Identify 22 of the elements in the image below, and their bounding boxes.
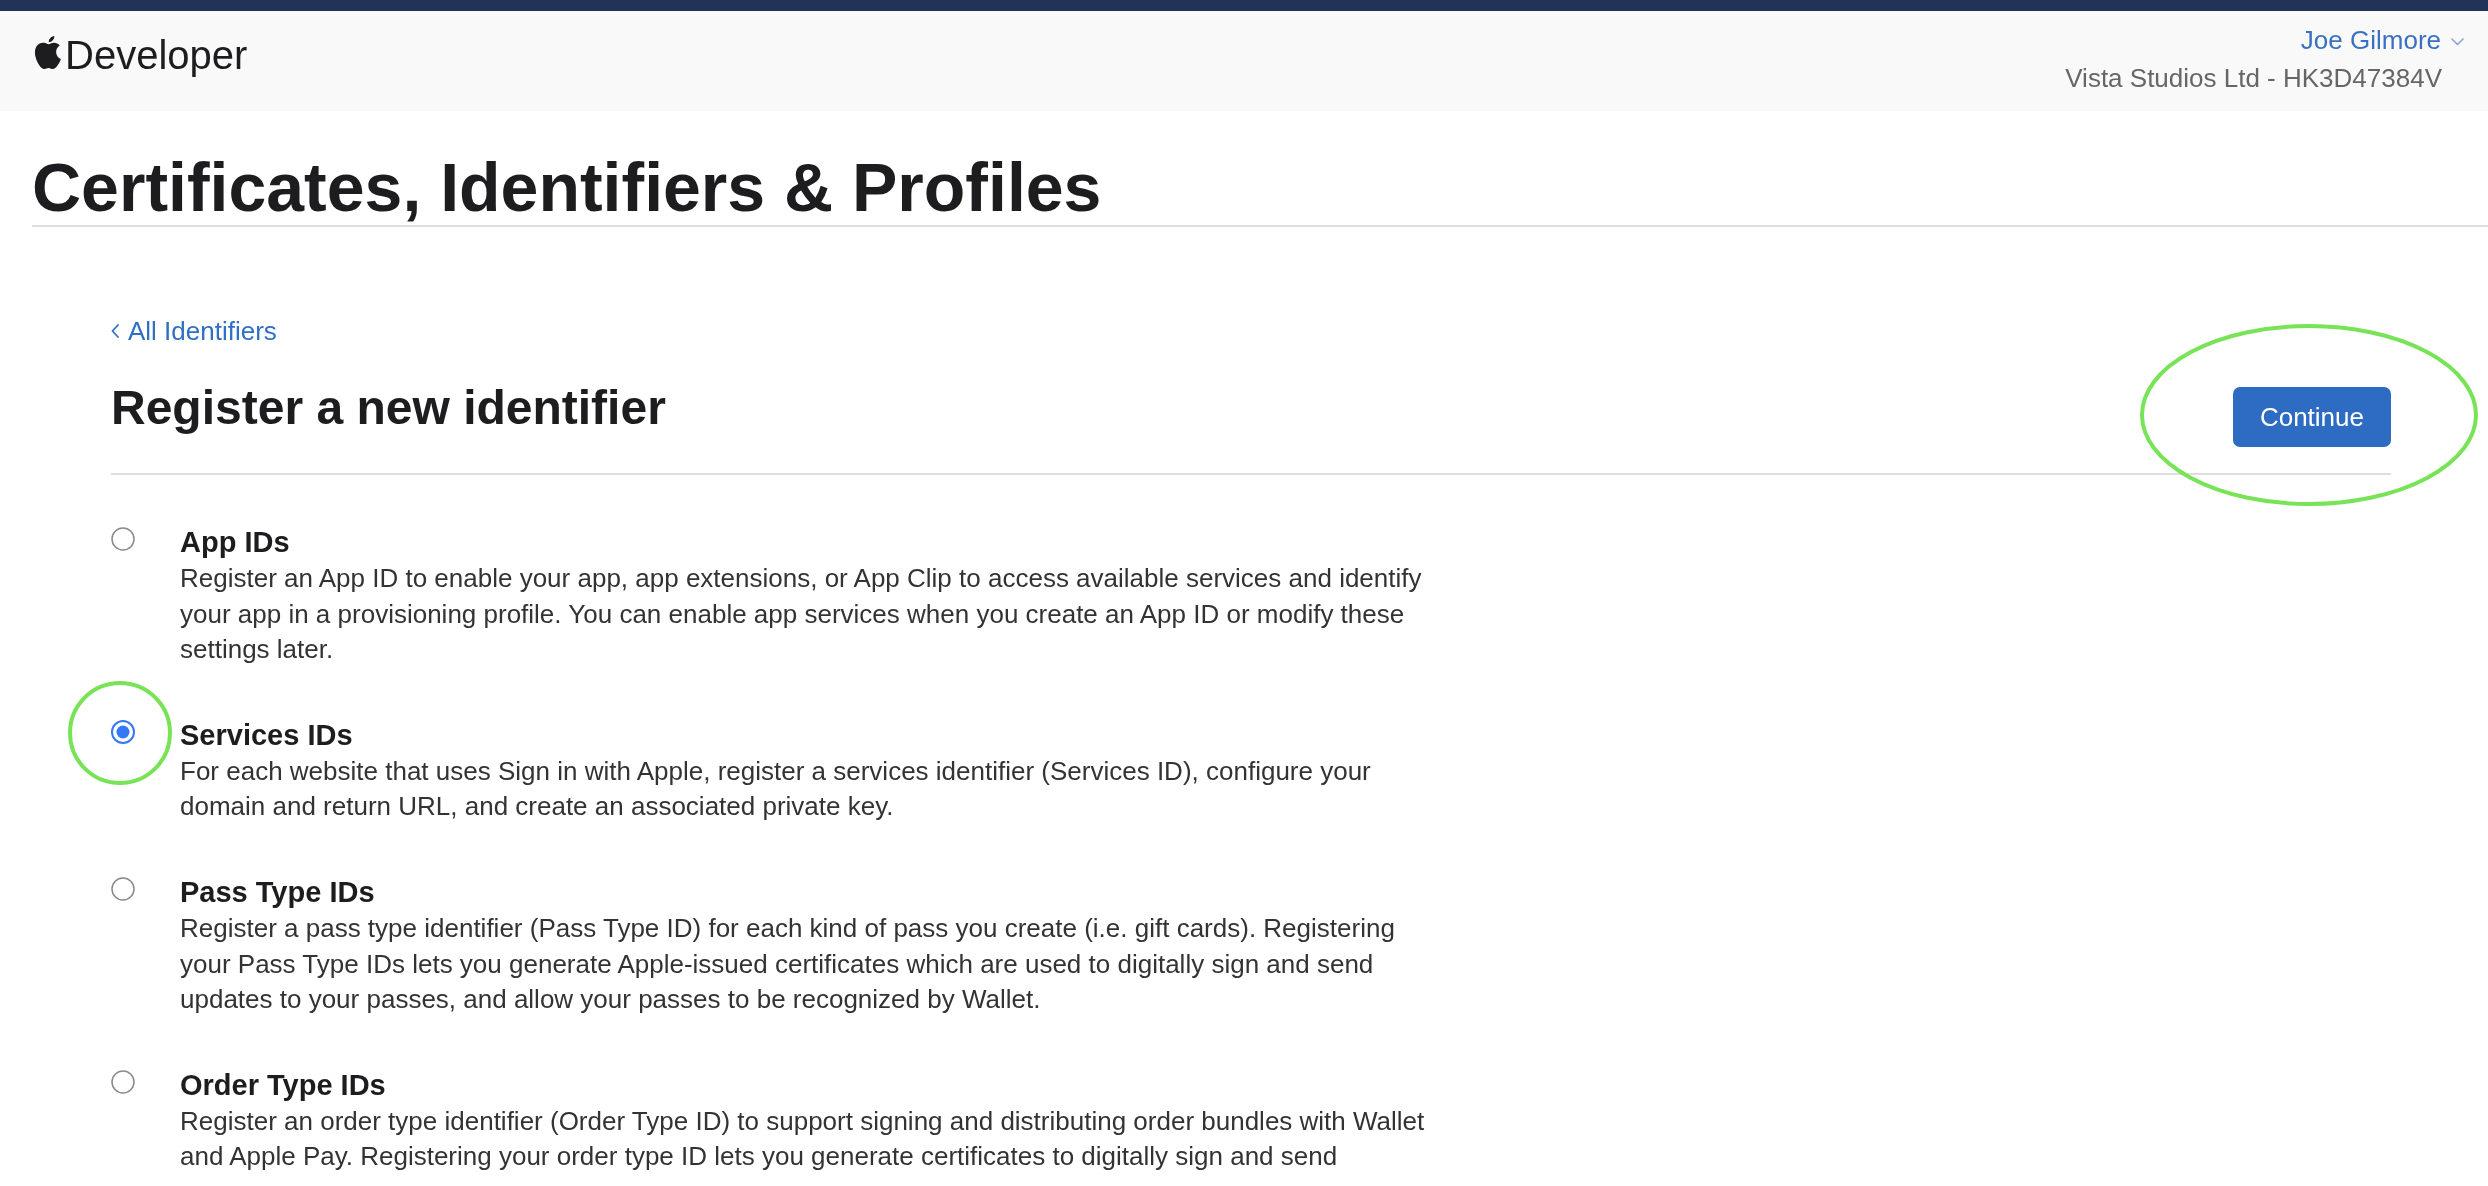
radio-button[interactable] [111, 719, 135, 744]
option-title: Pass Type IDs [180, 874, 376, 910]
option-description: For each website that uses Sign in with Apple, register a services identifier (Services ID), configure your domain and return URL, and create an associated private key. [180, 754, 1372, 824]
radio-button[interactable] [111, 876, 135, 901]
page-title: Certificates, Identifiers & Profiles [32, 149, 1103, 225]
form-title: Register a new identifier [111, 380, 666, 436]
option-description: Register a pass type identifier (Pass Type ID) for each kind of pass you create (i.e. gift cards). Registering your Pass Type IDs lets you generate Apple-issued certificates which are used to digitally sign and send updates to your passes, and allow your passes to be recognized by Wallet. [180, 911, 1396, 1017]
option-title: Order Type IDs [180, 1067, 387, 1103]
developer-home-link[interactable]: Developer [34, 32, 248, 78]
option-description: Register an order type identifier (Order Type ID) to support signing and distributing order bundles with Wallet and Apple Pay. Registering your order type ID lets you generate certificates to digitally sign and send [180, 1104, 1426, 1174]
account-menu-button[interactable]: Joe Gilmore [2300, 24, 2464, 56]
radio-button[interactable] [111, 1069, 135, 1094]
chevron-down-icon [2451, 38, 2464, 46]
continue-button[interactable]: Continue [2232, 387, 2391, 447]
option-title: App IDs [180, 525, 291, 560]
back-link[interactable]: All Identifiers [111, 315, 277, 347]
option-description: Register an App ID to enable your app, app extensions, or App Clip to access available services and identify your app in a provisioning profile. You can enable app services when you create an App ID or modify these settings later. [180, 562, 1423, 667]
team-name: Vista Studios Ltd - HK3D47384V [2065, 62, 2442, 94]
chevron-left-icon [111, 324, 119, 338]
apple-icon [34, 35, 61, 69]
option-title: Services IDs [180, 717, 354, 753]
radio-button[interactable] [111, 527, 135, 551]
